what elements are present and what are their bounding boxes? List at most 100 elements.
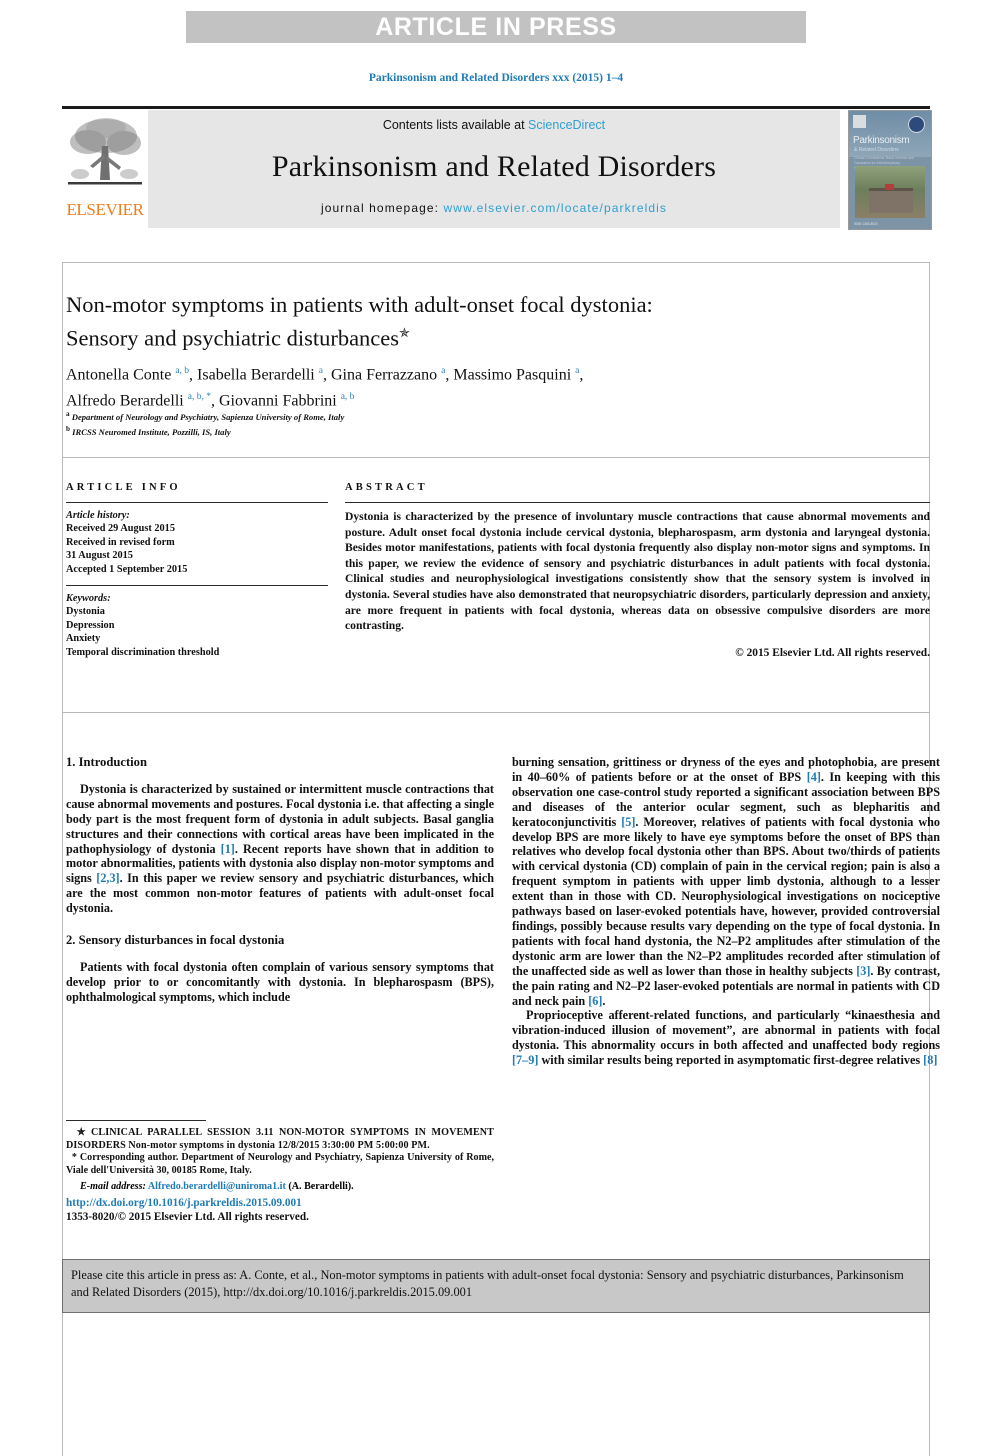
paragraph-sensory-cont: burning sensation, grittiness or dryness… [512,755,940,1008]
article-info-rule [66,502,328,503]
citation-ref[interactable]: [4] [807,770,821,784]
journal-cover-thumbnail: Parkinsonism & Related Disorders Clinica… [848,110,932,230]
footnote-session: ✯ CLINICAL PARALLEL SESSION 3.11 NON-MOT… [66,1127,494,1152]
cover-title: Parkinsonism [853,135,910,146]
author-name[interactable]: Gina Ferrazzano [331,366,437,383]
doi-link[interactable]: http://dx.doi.org/10.1016/j.parkreldis.2… [66,1196,494,1210]
history-item: Received 29 August 2015 [66,523,175,535]
affiliation-marker: a [66,410,70,418]
citation-ref[interactable]: [8] [923,1053,937,1067]
author-affil-marker: a, b [340,392,355,403]
title-block-bottom-rule [62,457,930,458]
article-page: ARTICLE IN PRESS Parkinsonism and Relate… [0,0,992,1456]
contents-prefix: Contents lists available at [382,118,529,132]
history-item: Accepted 1 September 2015 [66,563,188,575]
author-name[interactable]: Massimo Pasquini [453,366,571,383]
article-history-label: Article history: [66,510,130,521]
author-sep: , [322,366,331,384]
contents-available-line: Contents lists available at ScienceDirec… [148,118,840,132]
keyword-item: Temporal discrimination threshold [66,646,220,658]
page-title: Non-motor symptoms in patients with adul… [66,291,766,353]
email-link[interactable]: Alfredo.berardelli@uniroma1.it [148,1181,286,1192]
email-attribution: (A. Berardelli). [288,1181,354,1193]
history-item: 31 August 2015 [66,550,133,562]
abstract-copyright: © 2015 Elsevier Ltd. All rights reserved… [735,646,930,659]
article-info-heading: ARTICLE INFO [66,482,181,493]
author-name[interactable]: Isabella Berardelli [197,366,315,383]
author-name[interactable]: Antonella Conte [66,366,171,383]
doi-block: http://dx.doi.org/10.1016/j.parkreldis.2… [66,1196,494,1224]
barn-shape [869,188,913,213]
footnote-separator-rule [66,1120,206,1121]
body-column-left: 1. Introduction Dystonia is characterize… [66,755,494,1005]
author-sep: , [189,366,198,384]
section-heading-sensory: 2. Sensory disturbances in focal dystoni… [66,933,285,948]
keyword-item: Dystonia [66,606,105,618]
title-footnote-marker: ✯ [399,325,410,340]
cover-footer-text: ISSN 1353-8020 [854,222,878,226]
affiliation-text: Department of Neurology and Psychiatry, … [71,411,345,422]
email-label: E-mail address: [80,1181,146,1193]
footnote-asterisk-marker: * [71,1152,77,1164]
paragraph-text: . Moreover, relatives of patients with f… [512,814,940,978]
citation-ref[interactable]: [6] [588,994,602,1008]
author-affil-marker: a, b, * [187,392,211,403]
paragraph-text: Proprioceptive afferent-related function… [512,1008,940,1053]
cover-publisher-mark [853,115,866,128]
paragraph-text: with similar results being reported in a… [538,1053,924,1068]
abstract-text: Dystonia is characterized by the presenc… [345,510,930,633]
citation-ref[interactable]: [3] [856,964,870,978]
keywords-block: Keywords: Dystonia Depression Anxiety Te… [66,592,328,659]
elsevier-logo: ELSEVIER [64,112,146,228]
author-list: Antonella Conte a, b, Isabella Berardell… [66,360,856,413]
abstract-rule [345,502,930,503]
header-top-rule [62,262,930,263]
cover-subtitle: & Related Disorders [854,147,899,153]
history-item: Received in revised form [66,536,175,548]
footnote-email-line: E-mail address: Alfredo.berardelli@uniro… [66,1180,494,1193]
paragraph-proprioceptive: Proprioceptive afferent-related function… [512,1008,940,1068]
paragraph-sensory: Patients with focal dystonia often compl… [66,959,494,1004]
paragraph-text: . In this paper we review sensory and ps… [66,871,495,916]
homepage-label: journal homepage: [320,201,440,215]
article-in-press-banner: ARTICLE IN PRESS [186,11,806,43]
cover-photo [855,166,925,218]
body-column-right: burning sensation, grittiness or dryness… [512,755,940,1068]
citation-ref[interactable]: [5] [621,815,635,829]
cover-society-badge-icon [908,116,925,133]
citation-ref[interactable]: [2,3] [96,871,119,885]
abstract-heading: ABSTRACT [345,482,428,493]
paragraph-intro: Dystonia is characterized by sustained o… [66,782,494,916]
title-line-2: Sensory and psychiatric disturbances [66,325,400,351]
cite-article-footer: Please cite this article in press as: A.… [62,1259,930,1313]
author-sep: , [579,366,584,384]
article-history-block: Article history: Received 29 August 2015… [66,509,328,576]
barn-flag-shape [885,184,894,190]
footnote-star-marker: ✯ [76,1127,86,1138]
homepage-url-link[interactable]: www.elsevier.com/locate/parkreldis [444,201,667,215]
footnote-corresponding-text: Corresponding author. Department of Neur… [66,1152,494,1176]
article-in-press-label: ARTICLE IN PRESS [375,12,617,41]
cite-article-text: Please cite this article in press as: A.… [71,1268,904,1299]
footnote-session-text: CLINICAL PARALLEL SESSION 3.11 NON-MOTOR… [66,1127,494,1151]
paragraph-text: . [602,993,606,1008]
author-affil-marker: a, b [175,366,190,376]
affiliation-text: IRCSS Neuromed Institute, Pozzilli, IS, … [72,427,231,438]
citation-ref[interactable]: [7–9] [512,1053,538,1067]
title-line-1: Non-motor symptoms in patients with adul… [66,292,653,317]
footnote-block: ✯ CLINICAL PARALLEL SESSION 3.11 NON-MOT… [66,1127,494,1193]
section-heading-introduction: 1. Introduction [66,755,147,769]
issn-copyright-line: 1353-8020/© 2015 Elsevier Ltd. All right… [66,1211,309,1223]
journal-masthead: ELSEVIER Contents lists available at Sci… [62,106,932,230]
article-info-column: ARTICLE INFO Article history: Received 2… [66,482,328,659]
elsevier-wordmark: ELSEVIER [66,200,144,219]
affiliation-marker: b [66,425,70,434]
abstract-bottom-rule [62,712,930,713]
journal-homepage-line: journal homepage: www.elsevier.com/locat… [148,201,840,215]
affiliation-list: a Department of Neurology and Psychiatry… [66,408,766,439]
keyword-item: Depression [66,619,115,631]
citation-ref[interactable]: [1] [221,842,235,856]
keywords-label: Keywords: [66,593,111,605]
masthead-top-rule [62,106,930,109]
sciencedirect-link[interactable]: ScienceDirect [528,118,605,132]
